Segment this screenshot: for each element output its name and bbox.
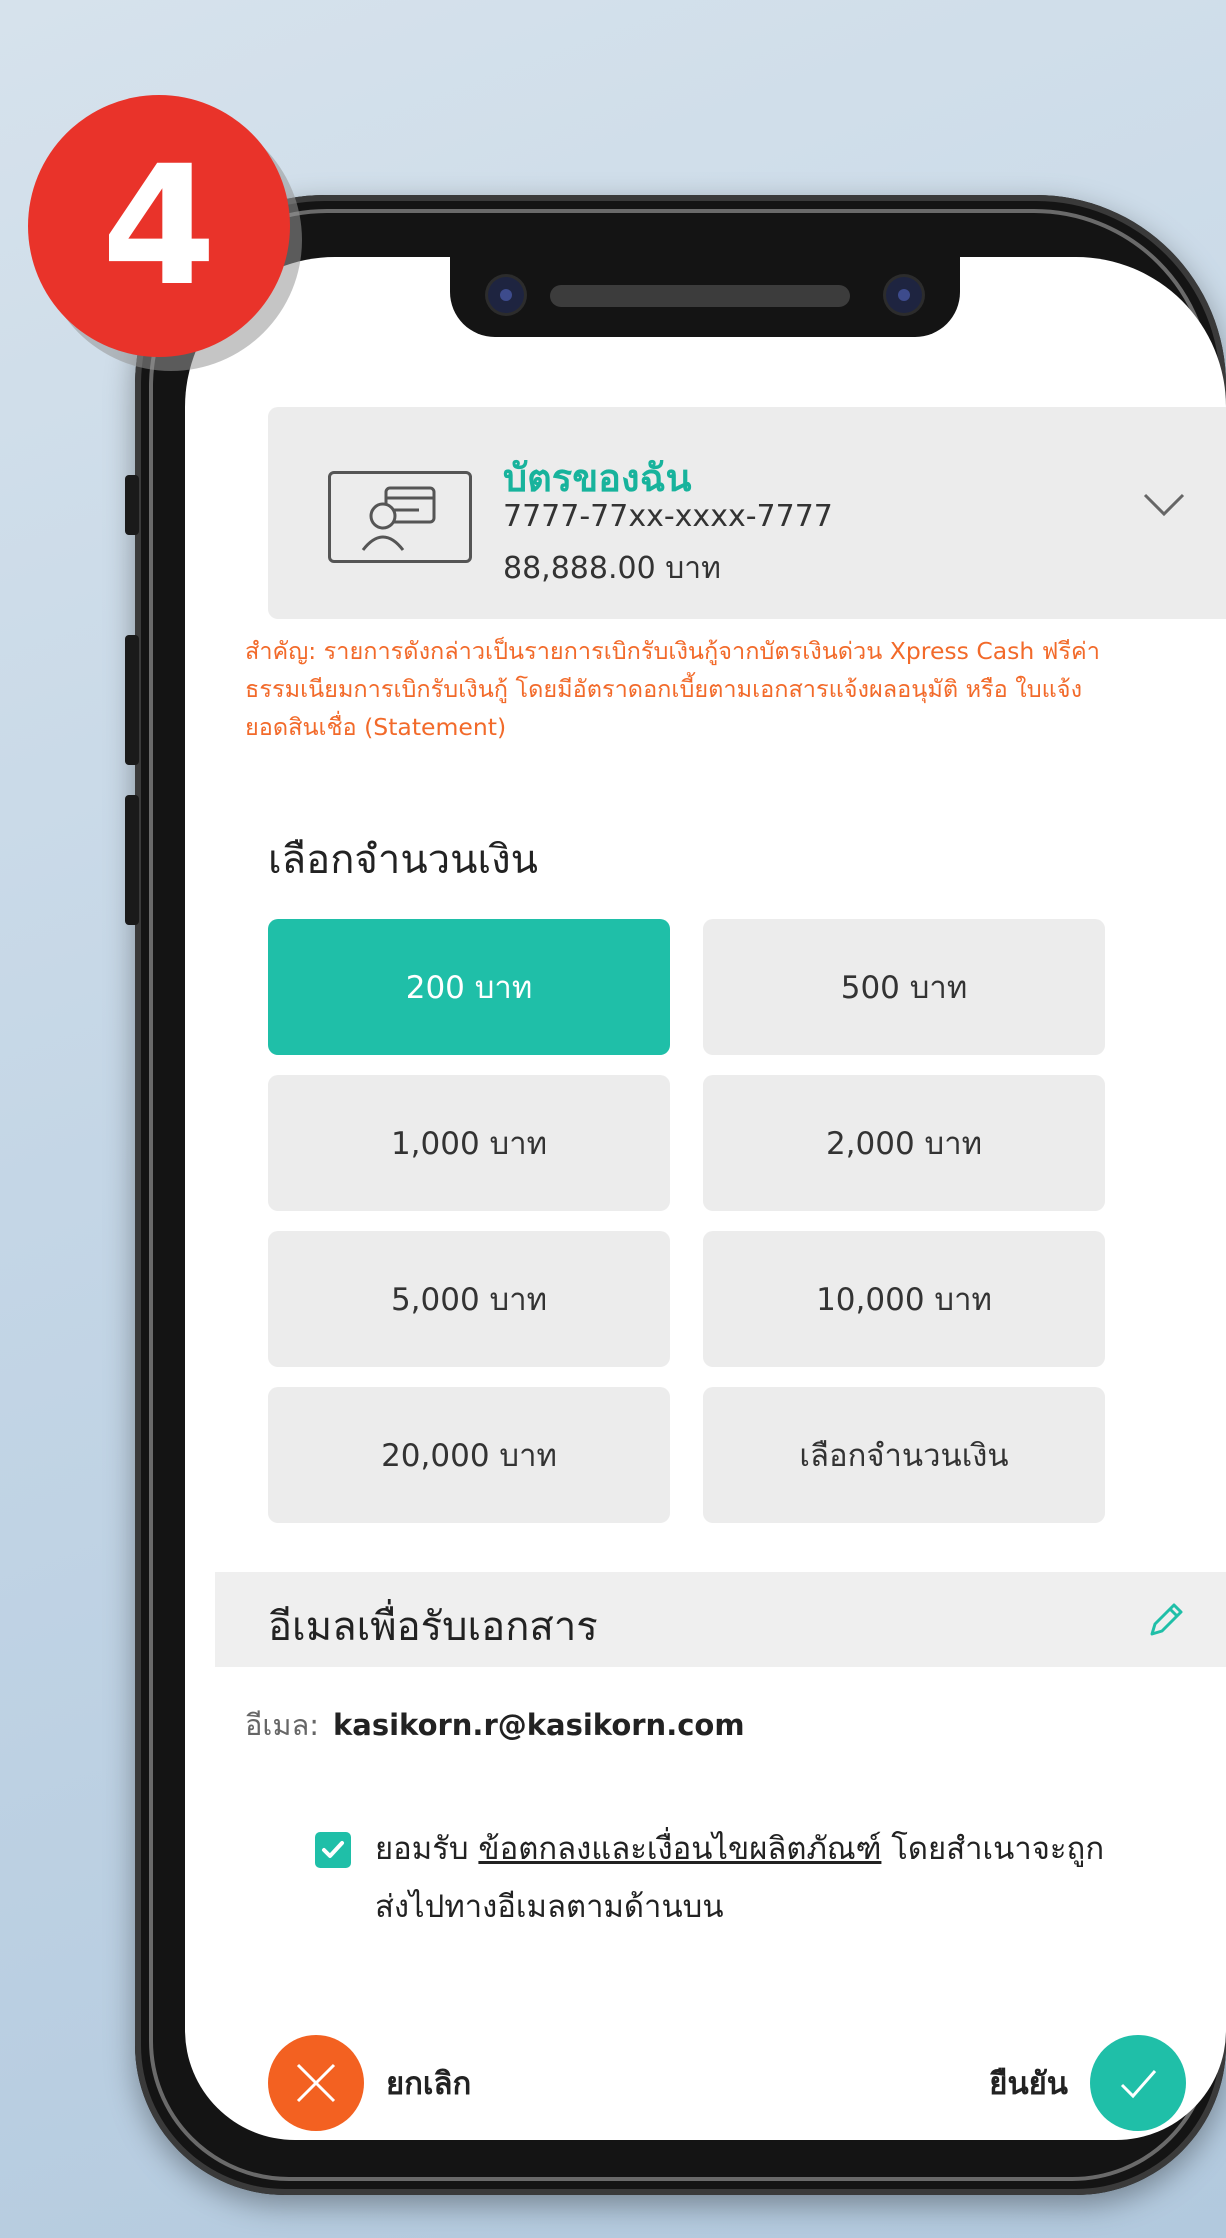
confirm-label: ยืนยัน <box>989 2066 1068 2102</box>
phone-notch <box>450 257 960 337</box>
volume-up-button <box>125 635 139 765</box>
volume-down-button <box>125 795 139 925</box>
amount-option-10000[interactable]: 10,000 บาท <box>703 1231 1105 1367</box>
notice-text: สำคัญ: รายการดังกล่าวเป็นรายการเบิกรับเง… <box>245 637 1100 741</box>
front-camera-icon <box>488 277 524 313</box>
step-badge: 4 <box>28 95 290 357</box>
amount-section-title: เลือกจำนวนเงิน <box>268 837 539 883</box>
sensor-icon <box>886 277 922 313</box>
phone-frame: บัตรของฉัน 7777-77xx-xxxx-7777 88,888.00… <box>125 195 1226 2195</box>
phone-screen: บัตรของฉัน 7777-77xx-xxxx-7777 88,888.00… <box>185 257 1226 2140</box>
email-line: อีเมล: kasikorn.r@kasikorn.com <box>245 1702 745 1748</box>
amount-option-5000[interactable]: 5,000 บาท <box>268 1231 670 1367</box>
speaker-grille <box>550 285 850 307</box>
side-button <box>125 475 139 535</box>
amount-option-200[interactable]: 200 บาท <box>268 919 670 1055</box>
pencil-icon[interactable] <box>1146 1600 1186 1644</box>
consent-prefix: ยอมรับ <box>375 1831 479 1867</box>
terms-link[interactable]: ข้อตกลงและเงื่อนไขผลิตภัณฑ์ <box>478 1831 881 1867</box>
cancel-button[interactable]: ยกเลิก <box>268 2035 493 2131</box>
card-selector[interactable]: บัตรของฉัน 7777-77xx-xxxx-7777 88,888.00… <box>268 407 1226 619</box>
chevron-down-icon[interactable] <box>1142 492 1186 522</box>
amount-option-2000[interactable]: 2,000 บาท <box>703 1075 1105 1211</box>
amount-option-custom[interactable]: เลือกจำนวนเงิน <box>703 1387 1105 1523</box>
amount-option-1000[interactable]: 1,000 บาท <box>268 1075 670 1211</box>
email-section-title: อีเมลเพื่อรับเอกสาร <box>268 1604 598 1650</box>
amount-option-500[interactable]: 500 บาท <box>703 919 1105 1055</box>
confirm-button[interactable]: ยืนยัน <box>967 2035 1186 2131</box>
close-icon <box>268 2035 364 2131</box>
cancel-label: ยกเลิก <box>386 2066 472 2102</box>
email-label: อีเมล: <box>245 1708 319 1742</box>
card-number: 7777-77xx-xxxx-7777 <box>503 499 833 534</box>
card-balance: 88,888.00 บาท <box>503 551 721 586</box>
email-section-header: อีเมลเพื่อรับเอกสาร <box>215 1572 1226 1667</box>
email-value: kasikorn.r@kasikorn.com <box>333 1708 745 1742</box>
amount-option-20000[interactable]: 20,000 บาท <box>268 1387 670 1523</box>
credit-card-user-icon <box>328 471 472 563</box>
consent-checkbox[interactable] <box>315 1832 351 1868</box>
check-icon <box>1090 2035 1186 2131</box>
consent-text: ยอมรับ ข้อตกลงและเงื่อนไขผลิตภัณฑ์ โดยสำ… <box>375 1820 1135 1936</box>
